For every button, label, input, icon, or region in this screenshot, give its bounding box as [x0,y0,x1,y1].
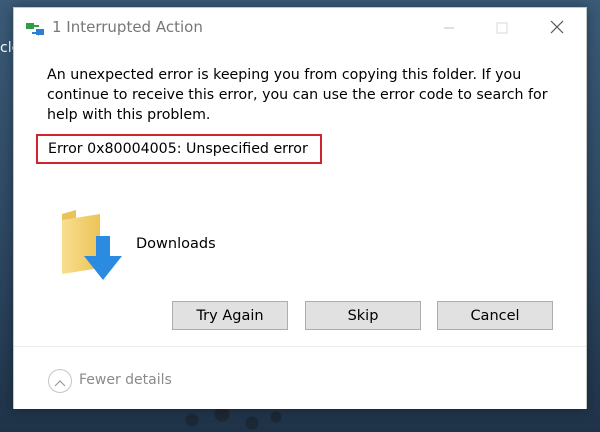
interrupted-action-dialog: 1 Interrupted Action An unexpected error… [13,7,587,409]
error-message: An unexpected error is keeping you from … [47,67,548,123]
chevron-up-icon [54,372,66,391]
downloads-folder-icon [60,208,130,284]
folder-name: Downloads [136,236,216,252]
error-code-highlight: Error 0x80004005: Unspecified error [36,134,322,164]
error-code-text: Error 0x80004005: Unspecified error [48,141,308,157]
minimize-button[interactable] [426,12,472,44]
dialog-footer: Fewer details [14,347,586,409]
window-title: 1 Interrupted Action [52,18,203,36]
desktop-edge-text: cle [0,40,21,56]
file-transfer-icon [26,21,46,37]
maximize-icon [496,19,508,38]
close-icon [550,19,564,38]
dialog-content: An unexpected error is keeping you from … [47,65,567,125]
skip-button[interactable]: Skip [305,301,421,330]
maximize-button[interactable] [479,12,525,44]
try-again-button[interactable]: Try Again [172,301,288,330]
cancel-button[interactable]: Cancel [437,301,553,330]
minimize-icon [443,19,455,38]
fewer-details-link[interactable]: Fewer details [79,372,172,388]
collapse-details-button[interactable] [48,369,72,393]
close-button[interactable] [534,12,580,44]
title-bar[interactable]: 1 Interrupted Action [14,8,586,48]
